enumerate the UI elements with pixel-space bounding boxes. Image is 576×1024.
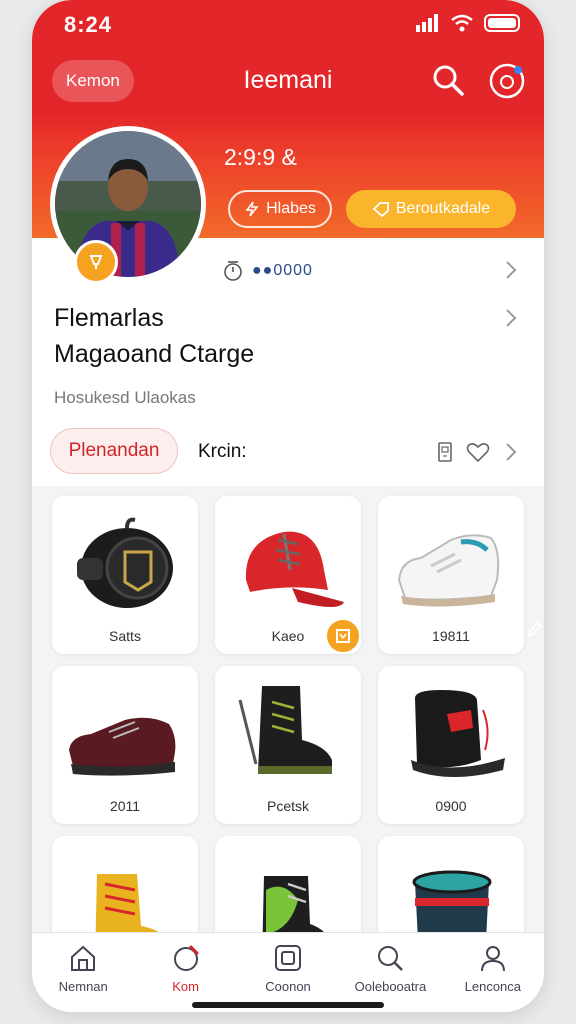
tag-actions xyxy=(436,441,490,463)
product-badge xyxy=(526,620,544,643)
tab-label: Lenconca xyxy=(464,979,522,994)
signal-icon xyxy=(416,14,438,32)
tab-label: Nemnan xyxy=(58,979,108,994)
profile-meta[interactable]: ●●0000 xyxy=(222,260,313,282)
tab-home[interactable]: Nemnan xyxy=(32,933,134,1012)
home-indicator[interactable] xyxy=(192,1002,384,1008)
tab-label: Kom xyxy=(172,979,199,994)
clock-icon xyxy=(224,261,242,281)
chevron-right-icon[interactable] xyxy=(504,308,518,328)
category-pill[interactable]: Plenandan xyxy=(50,428,178,474)
page-title: Ieemani xyxy=(243,66,333,94)
home-icon xyxy=(71,945,96,971)
shop-icon xyxy=(173,945,199,971)
search-icon[interactable] xyxy=(430,62,466,98)
status-bar: 8:24 xyxy=(32,0,544,50)
tag-icon xyxy=(372,202,389,217)
tab-box[interactable]: Coonon xyxy=(237,933,339,1012)
profile-subtitle: Hosukesd Ulaokas xyxy=(54,388,196,407)
profile-stat: 2:9:9 & xyxy=(224,144,297,170)
award-icon xyxy=(89,255,103,269)
black-hat-icon xyxy=(411,690,505,777)
category-label: Krcin: xyxy=(198,441,247,462)
profile-icon xyxy=(480,946,505,972)
tab-search[interactable]: Oolebooatra xyxy=(339,933,441,1012)
product-caption: 0900 xyxy=(435,798,467,814)
bottom-tab-bar: Nemnan Kom Coonon Oolebooatra Lenconca xyxy=(32,932,544,1012)
dark-shoe-icon xyxy=(69,717,176,776)
battery-icon xyxy=(484,14,520,32)
product-card[interactable]: Kaeo xyxy=(215,496,361,654)
tab-label: Coonon xyxy=(265,979,311,994)
heart-icon[interactable] xyxy=(466,441,490,463)
product-card[interactable]: 19811 xyxy=(378,496,524,654)
white-sneaker-icon xyxy=(397,534,500,607)
status-time: 8:24 xyxy=(64,12,113,37)
product-card[interactable]: 0900 xyxy=(378,666,524,824)
follow-button-label: Hlabes xyxy=(266,200,316,217)
tab-shop[interactable]: Kom xyxy=(134,933,236,1012)
product-caption: 19811 xyxy=(432,628,470,644)
follow-button[interactable]: Hlabes xyxy=(228,190,332,228)
chevron-right-icon[interactable] xyxy=(504,442,518,462)
search-icon xyxy=(378,946,404,971)
product-card[interactable]: Pcetsk xyxy=(215,666,361,824)
product-card[interactable]: 2011 xyxy=(52,666,198,824)
tab-label: Oolebooatra xyxy=(354,979,427,994)
product-badge xyxy=(325,618,361,654)
red-cap-icon xyxy=(245,531,344,607)
profile-name: Flemarlas xyxy=(54,304,164,332)
wifi-icon xyxy=(451,14,473,32)
status-icons xyxy=(416,14,520,32)
award-icon xyxy=(336,629,350,643)
product-caption: Satts xyxy=(109,628,141,644)
black-boot-icon xyxy=(238,686,332,774)
product-caption: 2011 xyxy=(109,798,141,814)
helmet-bag-icon xyxy=(77,517,173,608)
profile-headline: Magaoand Ctarge xyxy=(54,340,255,368)
tab-profile[interactable]: Lenconca xyxy=(442,933,544,1012)
bolt-icon xyxy=(245,201,259,217)
action-button[interactable]: Beroutkadale xyxy=(346,190,516,228)
box-icon xyxy=(275,945,302,971)
notification-icon[interactable] xyxy=(488,62,526,100)
avatar-badge xyxy=(74,240,118,284)
action-button-label: Beroutkadale xyxy=(395,200,491,217)
phone-icon[interactable] xyxy=(436,441,454,463)
edit-icon xyxy=(527,621,543,637)
phone-screen: 8:24 Kemon Ieemani 2:9:9 & Hlabes Berout… xyxy=(32,0,544,1012)
nav-bar: Kemon Ieemani xyxy=(32,58,544,104)
product-caption: Pcetsk xyxy=(266,798,309,814)
profile-meta-text: ●●0000 xyxy=(252,262,313,279)
product-card[interactable]: Satts xyxy=(52,496,198,654)
chevron-right-icon[interactable] xyxy=(504,260,518,280)
